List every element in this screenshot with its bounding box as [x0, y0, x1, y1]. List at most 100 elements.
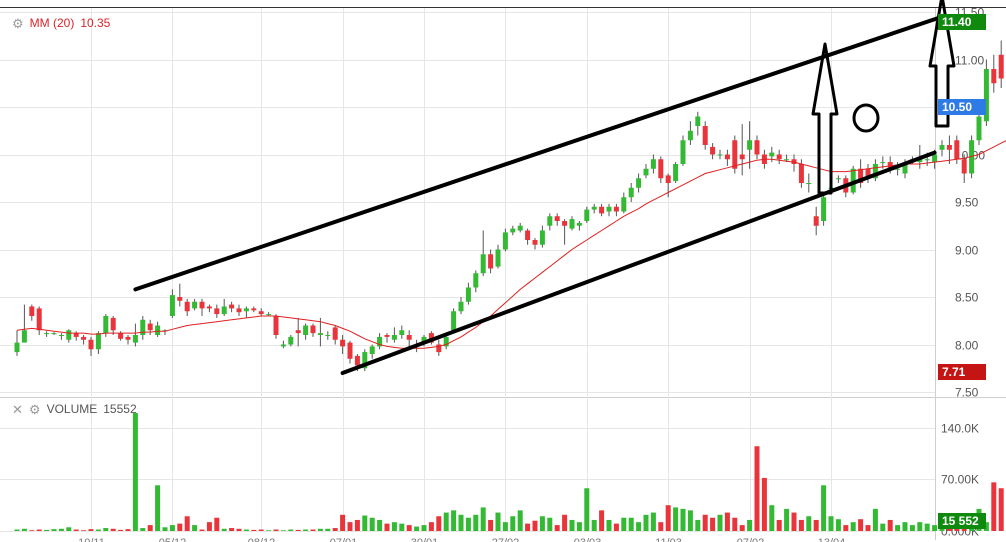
volume-tick-label: 140.0K	[941, 422, 979, 436]
volume-bar	[421, 525, 427, 531]
volume-bar	[628, 517, 634, 531]
candle-body	[81, 336, 87, 340]
candle-body	[569, 219, 575, 229]
volume-bar	[428, 522, 434, 531]
candle-body	[310, 325, 316, 334]
volume-bar	[813, 519, 819, 531]
volume-bar	[95, 529, 101, 531]
volume-bar	[710, 517, 716, 531]
volume-bar	[636, 522, 642, 531]
x-tick-label: 05/12	[159, 537, 187, 542]
volume-bar	[332, 528, 338, 531]
candle-body	[806, 183, 812, 184]
candle-body	[125, 336, 131, 340]
candle-body	[29, 306, 35, 316]
candle-body	[295, 330, 301, 334]
volume-bar	[850, 522, 856, 531]
candle-body	[406, 335, 412, 340]
candle-body	[643, 168, 649, 176]
candle-body	[473, 273, 479, 288]
volume-bar	[732, 517, 738, 531]
close-icon[interactable]: ✕	[12, 403, 23, 416]
candle-body	[687, 130, 693, 141]
volume-bar	[724, 512, 730, 531]
candle-body	[280, 344, 286, 347]
volume-bar	[525, 523, 531, 531]
candle-body	[525, 230, 531, 240]
volume-bar	[132, 413, 138, 531]
volume-bar	[73, 529, 79, 531]
candle-body	[532, 240, 538, 245]
volume-bar	[451, 510, 457, 531]
candle-body	[458, 301, 464, 312]
volume-bar	[206, 522, 212, 531]
candle-body	[798, 164, 804, 183]
volume-bar	[806, 516, 812, 531]
volume-bar	[214, 517, 220, 531]
candle-body	[673, 164, 679, 182]
volume-bar	[932, 525, 938, 531]
candle-body	[451, 311, 457, 331]
volume-bar	[280, 530, 286, 531]
volume-bar	[340, 514, 346, 531]
volume-bar	[880, 523, 886, 531]
price-tick-label: 8.00	[955, 339, 979, 353]
volume-bar	[702, 514, 708, 531]
volume-bar	[562, 514, 568, 531]
trend-channel-line	[133, 14, 944, 292]
volume-bar	[406, 525, 412, 531]
gear-icon[interactable]: ⚙	[29, 403, 41, 416]
candle-body	[599, 206, 605, 214]
volume-tick-label: 70.00K	[941, 473, 979, 487]
volume-bar	[162, 527, 168, 531]
gear-icon[interactable]: ⚙	[12, 17, 24, 30]
volume-bar	[436, 516, 442, 531]
candle-body	[554, 216, 560, 221]
volume-bar	[695, 519, 701, 531]
candle-body	[243, 308, 249, 312]
x-tick-label: 07/02	[737, 537, 765, 542]
candle-body	[576, 222, 582, 226]
candle-body	[710, 146, 716, 155]
ma-low-badge: 7.71	[938, 364, 986, 381]
price-legend: ⚙ MM (20) 10.35	[12, 16, 110, 30]
volume-bar	[791, 512, 797, 531]
volume-bar	[865, 525, 871, 531]
volume-legend: ✕ ⚙ VOLUME 15552	[12, 402, 137, 416]
volume-bar	[192, 525, 198, 531]
candle-body	[177, 297, 183, 301]
volume-bar	[81, 530, 87, 531]
candle-body	[169, 295, 175, 316]
x-tick-label: 08/12	[248, 537, 276, 542]
volume-value: 15552	[103, 402, 137, 416]
candle-body	[998, 54, 1004, 79]
candle-body	[14, 342, 20, 353]
volume-bar	[517, 510, 523, 531]
volume-bar	[458, 514, 464, 531]
volume-bar	[317, 528, 323, 531]
candle-body	[369, 346, 375, 354]
candle-body	[332, 327, 338, 340]
candle-body	[147, 323, 153, 331]
volume-bar	[488, 519, 494, 531]
candle-body	[606, 206, 612, 212]
volume-bar	[584, 488, 590, 531]
x-tick-label: 13/04	[818, 537, 846, 542]
volume-bar	[354, 519, 360, 531]
current-price-badge: 10.50	[938, 99, 986, 115]
volume-bar	[532, 520, 538, 531]
volume-bar	[643, 514, 649, 531]
price-tick-label: 9.00	[955, 244, 979, 258]
candle-body	[562, 221, 568, 226]
candle-body	[724, 154, 730, 160]
volume-bar	[917, 522, 923, 531]
volume-bar	[739, 525, 745, 531]
volume-bar	[169, 525, 175, 531]
volume-bar	[998, 488, 1004, 531]
volume-bar	[769, 505, 775, 531]
volume-bar	[591, 519, 597, 531]
candle-body	[880, 162, 886, 164]
candle-body	[95, 333, 101, 350]
candle-body	[340, 339, 346, 347]
candle-body	[66, 330, 72, 340]
